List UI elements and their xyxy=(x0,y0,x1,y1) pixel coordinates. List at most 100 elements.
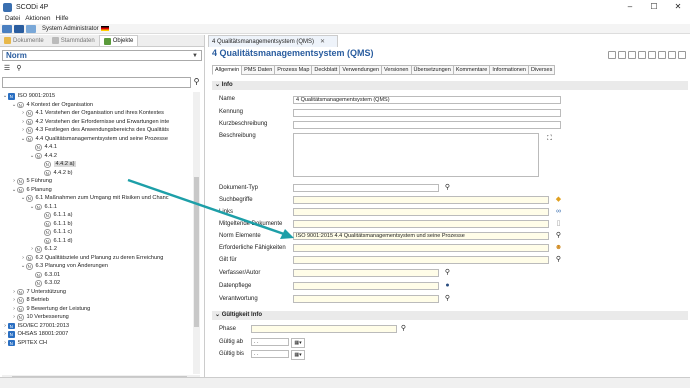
tag-icon[interactable]: ◆ xyxy=(554,196,563,204)
tree-item[interactable]: N 4.4.2 a) xyxy=(2,160,192,169)
links-field[interactable] xyxy=(293,208,549,216)
tab-pms-daten[interactable]: PMS Daten xyxy=(241,65,276,75)
tree-item[interactable]: › N 9 Bewertung der Leistung xyxy=(2,305,192,314)
tab-verwendungen[interactable]: Verwendungen xyxy=(339,65,383,75)
tree-item[interactable]: ⌄ N 4.4 Qualitätsmanagementsystem und sein… xyxy=(2,135,192,144)
view-icon[interactable] xyxy=(26,24,36,33)
tree-vertical-scrollbar[interactable] xyxy=(193,92,200,374)
tree-item[interactable]: N 4.4.1 xyxy=(2,143,192,152)
german-flag-icon[interactable] xyxy=(100,26,109,31)
expand-icon[interactable]: ⛶ xyxy=(545,135,554,143)
menu-hilfe[interactable]: Hilfe xyxy=(55,14,68,24)
refresh-icon[interactable] xyxy=(668,51,676,59)
filter-icon[interactable]: ☰ xyxy=(2,64,12,74)
search-icon[interactable]: ⚲ xyxy=(443,269,452,277)
verfasser-field[interactable] xyxy=(293,269,439,277)
tree-item[interactable]: ⌄ N 4.4.2 xyxy=(2,152,192,161)
tree-item[interactable]: › N 6.1.2 xyxy=(2,245,192,254)
tree-item[interactable]: › N 4.3 Festlegen des Anwendungsbereichs d… xyxy=(2,126,192,135)
object-type-select[interactable]: Norm ▼ xyxy=(2,50,202,61)
person-icon[interactable]: ● xyxy=(443,282,452,290)
menu-datei[interactable]: Datei xyxy=(5,14,20,24)
tree-item[interactable]: › N 4.1 Verstehen der Organisation und ihr… xyxy=(2,109,192,118)
erforderliche-faehigkeiten-field[interactable] xyxy=(293,244,549,252)
tree-item[interactable]: ⌄ N 6.1 Maßnahmen zum Umgang mit Risiken u… xyxy=(2,194,192,203)
beschreibung-field[interactable] xyxy=(293,133,539,177)
search-icon[interactable]: ⚲ xyxy=(191,77,202,88)
home-icon[interactable] xyxy=(2,24,12,33)
tree-item[interactable]: › N 6.2 Qualitätsziele und Planung zu dere… xyxy=(2,254,192,263)
tab-prozess-map[interactable]: Prozess Map xyxy=(274,65,313,75)
tree-item[interactable]: ⌄ N 6.1.1 xyxy=(2,203,192,212)
minimize-button[interactable]: – xyxy=(618,0,642,14)
tree-item[interactable]: › N 4.2 Verstehen der Erfordernisse und Er… xyxy=(2,118,192,127)
norm-elemente-field[interactable]: ISO 9001:2015 4.4 Qualitätsmanagementsys… xyxy=(293,232,549,240)
tree-item[interactable]: › N 10 Verbesserung xyxy=(2,313,192,322)
tree-item[interactable]: N 6.1.1 c) xyxy=(2,228,192,237)
search-icon[interactable]: ⚲ xyxy=(443,184,452,192)
people-icon[interactable]: ☻ xyxy=(554,244,563,252)
dokument-typ-field[interactable] xyxy=(293,184,439,192)
tree-item[interactable]: › N ISO/IEC 27001:2013 xyxy=(2,322,192,331)
link-icon[interactable]: ∞ xyxy=(554,208,563,216)
tab-stammdaten[interactable]: Stammdaten xyxy=(48,35,99,46)
tree-item[interactable]: ⌄ N 4 Kontext der Organisation xyxy=(2,101,192,110)
tree-item[interactable]: ⌄ N ISO 9001:2015 xyxy=(2,92,192,101)
edit-icon[interactable] xyxy=(14,24,24,33)
tree-item[interactable]: › N SPITEX CH xyxy=(2,339,192,348)
tree-item[interactable]: ⌄ N 6 Planung xyxy=(2,186,192,195)
tab-dokumente[interactable]: Dokumente xyxy=(0,35,48,46)
tree-item[interactable]: N 6.1.1 a) xyxy=(2,211,192,220)
gueltig-ab-field[interactable]: . . xyxy=(251,338,289,346)
gueltig-bis-field[interactable]: . . xyxy=(251,350,289,358)
tab-informationen[interactable]: Informationen xyxy=(489,65,529,75)
section-info[interactable]: ⌄ Info xyxy=(212,81,688,90)
section-gueltigkeit[interactable]: ⌄ Gültigkeit Info xyxy=(212,311,688,320)
menu-aktionen[interactable]: Aktionen xyxy=(25,14,50,24)
delete-icon[interactable] xyxy=(658,51,666,59)
copy-icon[interactable] xyxy=(618,51,626,59)
lock-icon[interactable] xyxy=(648,51,656,59)
editor-tab[interactable]: 4 Qualitätsmanagementsystem (QMS) ✕ xyxy=(208,35,338,47)
tab-diverses[interactable]: Diverses xyxy=(527,65,556,75)
search-icon[interactable]: ⚲ xyxy=(399,325,408,333)
tree-item[interactable]: › N 8 Betrieb xyxy=(2,296,192,305)
gilt-fuer-field[interactable] xyxy=(293,256,549,264)
kennung-field[interactable] xyxy=(293,109,561,117)
tree-item[interactable]: N 6.1.1 d) xyxy=(2,237,192,246)
tree-item[interactable]: N 6.3.01 xyxy=(2,271,192,280)
calendar-icon[interactable]: ▦▾ xyxy=(291,338,305,348)
maximize-button[interactable]: ☐ xyxy=(642,0,666,14)
tree-item[interactable]: › N OHSAS 18001:2007 xyxy=(2,330,192,339)
tab-deckblatt[interactable]: Deckblatt xyxy=(311,65,341,75)
search-input[interactable] xyxy=(2,77,191,88)
kurzbeschreibung-field[interactable] xyxy=(293,121,561,129)
save-icon[interactable] xyxy=(608,51,616,59)
tab-objekte[interactable]: Objekte xyxy=(98,35,139,46)
datenpflege-field[interactable] xyxy=(293,282,439,290)
mitgeltende-dokumente-field[interactable] xyxy=(293,220,549,228)
close-button[interactable]: ✕ xyxy=(666,0,690,14)
tree-item[interactable]: › N 5 Führung xyxy=(2,177,192,186)
search-icon[interactable]: ⚲ xyxy=(554,256,563,264)
close-icon[interactable]: ✕ xyxy=(320,38,325,45)
calendar-icon[interactable]: ▦▾ xyxy=(291,350,305,360)
document-icon[interactable]: ▯ xyxy=(554,220,563,228)
search-icon[interactable]: ⚲ xyxy=(14,64,24,74)
scrollbar-thumb[interactable] xyxy=(194,177,199,327)
tree-item[interactable]: N 6.3.02 xyxy=(2,279,192,288)
print-icon[interactable] xyxy=(628,51,636,59)
export-icon[interactable] xyxy=(638,51,646,59)
tree-item[interactable]: › N 7 Unterstützung xyxy=(2,288,192,297)
help-icon[interactable] xyxy=(678,51,686,59)
tree-item[interactable]: N 6.1.1 b) xyxy=(2,220,192,229)
tab-kommentare[interactable]: Kommentare xyxy=(452,65,491,75)
verantwortung-field[interactable] xyxy=(293,295,439,303)
suchbegriffe-field[interactable] xyxy=(293,196,549,204)
tab-versionen[interactable]: Versionen xyxy=(381,65,412,75)
tab-allgemein[interactable]: Allgemein xyxy=(212,65,243,75)
phase-field[interactable] xyxy=(251,325,397,333)
name-field[interactable]: 4 Qualitätsmanagementsystem (QMS) xyxy=(293,96,561,104)
tab-uebersetzungen[interactable]: Übersetzungen xyxy=(410,65,454,75)
tree-item[interactable]: ⌄ N 6.3 Planung von Änderungen xyxy=(2,262,192,271)
